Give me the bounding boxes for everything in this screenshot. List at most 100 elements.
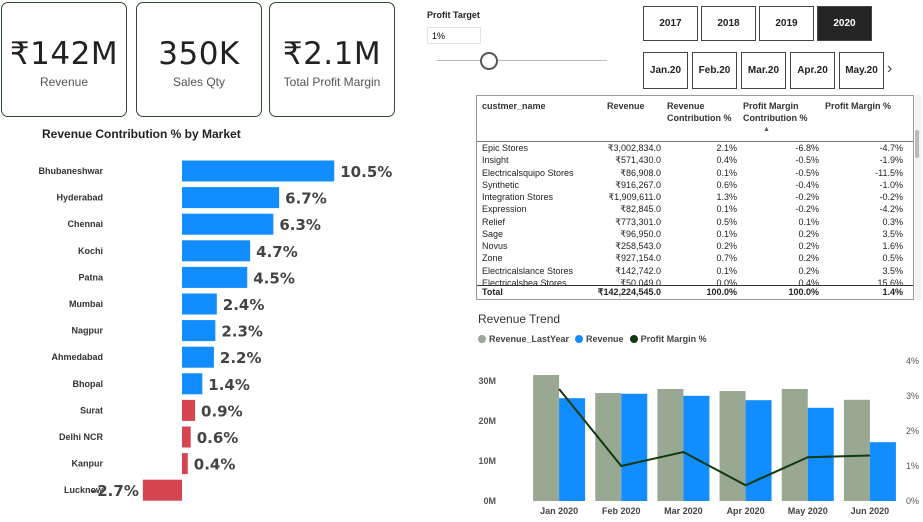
revenue-lastyear-bar[interactable] [843,399,870,501]
market-bar[interactable] [182,399,196,421]
table-row[interactable]: Sage ₹96,950.0 0.1% 0.2% 3.5% [477,228,913,240]
table-cell: Epic Stores [482,143,529,153]
revenue-lastyear-bar[interactable] [595,393,622,501]
col-header-profit-margin[interactable]: Profit Margin % [819,100,903,141]
profit-target-slider-handle[interactable] [480,52,498,70]
table-cell: -11.5% [875,167,903,178]
table-scrollbar[interactable] [915,95,921,300]
market-category-label: Patna [78,272,104,282]
month-button-apr[interactable]: Apr.20 [790,52,835,89]
table-cell: -0.5% [795,155,819,166]
market-data-label: 4.7% [256,243,298,261]
col-header-revenue[interactable]: Revenue [577,100,661,141]
table-total-row: Total ₹142,224,545.0 100.0% 100.0% 1.4% [477,285,913,299]
table-row[interactable]: Synthetic ₹916,267.0 0.6% -0.4% -1.0% [477,179,913,191]
market-bar[interactable] [182,373,203,395]
y-right-tick-label: 4% [906,356,919,366]
legend-item[interactable]: Profit Margin % [629,334,707,344]
revenue-bar[interactable] [807,407,834,501]
table-row[interactable]: Electricalslance Stores ₹142,742.0 0.1% 0.2… [477,265,913,277]
table-cell: 0.4% [798,277,819,285]
market-bar[interactable] [142,479,182,501]
market-bar[interactable] [182,213,274,235]
table-cell: 0.2% [798,228,819,239]
market-bar[interactable] [182,240,251,262]
market-bar[interactable] [182,346,214,368]
market-bar[interactable] [182,187,280,209]
table-cell: Zone [482,253,503,264]
y-tick-label: 20M [478,416,496,426]
revenue-bar[interactable] [869,442,896,501]
table-cell: Electricalsquipo Stores [482,167,574,178]
trend-chart-title: Revenue Trend [478,312,561,326]
table-cell: ₹773,301.0 [615,216,661,227]
revenue-bar[interactable] [683,395,710,501]
table-cell: 0.2% [798,241,819,251]
market-category-label: Mumbai [69,299,103,309]
revenue-lastyear-bar[interactable] [657,389,684,501]
table-cell: 0.2% [798,265,819,276]
table-cell: ₹86,908.0 [620,167,661,178]
revenue-lastyear-bar[interactable] [781,389,808,501]
year-button-2018[interactable]: 2018 [701,6,756,41]
legend-label: Profit Margin % [640,334,707,344]
profit-target-label: Profit Target [427,10,480,20]
month-button-mar[interactable]: Mar.20 [741,52,786,89]
legend-item[interactable]: Revenue_LastYear [478,334,569,344]
table-row[interactable]: Novus ₹258,543.0 0.2% 0.2% 1.6% [477,240,913,252]
table-row[interactable]: Expression ₹82,845.0 0.1% -0.2% -4.2% [477,203,913,215]
total-cell: 100.0% [788,287,819,297]
market-data-label: 2.2% [220,349,262,367]
market-data-label: 6.7% [285,190,327,208]
year-button-2019[interactable]: 2019 [759,6,814,41]
market-bar[interactable] [182,453,188,475]
table-cell: ₹82,845.0 [620,204,661,215]
market-data-label: 6.3% [279,216,321,234]
market-bar[interactable] [182,320,216,342]
table-cell: 0.1% [716,204,737,215]
col-header-profit-margin-contribution[interactable]: Profit Margin Contribution % ▲ [737,100,819,141]
table-cell: -0.2% [879,192,903,202]
table-cell: 3.5% [882,265,903,276]
month-button-jan[interactable]: Jan.20 [643,52,688,89]
profit-target-input[interactable] [427,27,481,44]
table-row[interactable]: Epic Stores ₹3,002,834.0 2.1% -6.8% -4.7% [477,142,913,154]
kpi-card-profit-margin: ₹2.1M Total Profit Margin [269,2,395,117]
market-bar[interactable] [182,293,217,315]
year-button-2020[interactable]: 2020 [817,6,872,41]
market-chart-title: Revenue Contribution % by Market [42,127,241,141]
market-bar[interactable] [182,426,191,448]
table-scroll-thumb[interactable] [915,130,919,158]
kpi-value: ₹142M [9,36,119,72]
revenue-lastyear-bar[interactable] [719,391,746,501]
table-cell: Insight [482,155,509,166]
col-header-customer[interactable]: custmer_name [477,100,577,141]
year-button-2017[interactable]: 2017 [643,6,698,41]
revenue-bar[interactable] [621,393,648,501]
table-row[interactable]: Integration Stores ₹1,909,611.0 1.3% -0.2% -… [477,191,913,203]
profit-target-slider-track[interactable] [437,60,607,61]
revenue-bar[interactable] [559,398,586,501]
table-row[interactable]: Zone ₹927,154.0 0.7% 0.2% 0.5% [477,252,913,264]
table-cell: -6.8% [795,143,819,153]
y-tick-label: 10M [478,456,496,466]
month-button-feb[interactable]: Feb.20 [692,52,737,89]
month-button-may[interactable]: May.20 [839,52,884,89]
market-bar[interactable] [182,266,248,288]
market-bar[interactable] [182,160,335,182]
chevron-right-icon[interactable]: › [887,60,892,78]
market-bar-chart: Bhubaneshwar 10.5% Hyderabad 6.7% Chennai 6.3… [38,160,392,501]
revenue-bar[interactable] [745,400,772,501]
market-data-label: 0.4% [194,456,236,474]
table-cell: ₹916,267.0 [615,179,661,190]
legend-item[interactable]: Revenue [575,334,624,344]
table-row[interactable]: Electricalsbea Stores ₹50,049.0 0.0% 0.4% 15… [477,277,913,285]
table-row[interactable]: Electricalsquipo Stores ₹86,908.0 0.1% -0.5… [477,167,913,179]
revenue-lastyear-bar[interactable] [533,375,560,501]
market-data-label: 0.9% [201,402,243,420]
kpi-label: Revenue [39,75,89,89]
table-row[interactable]: Relief ₹773,301.0 0.5% 0.1% 0.3% [477,216,913,228]
total-cell: 100.0% [706,287,737,297]
col-header-revenue-contribution[interactable]: Revenue Contribution % [661,100,737,141]
table-row[interactable]: Insight ₹571,430.0 0.4% -0.5% -1.9% [477,154,913,166]
